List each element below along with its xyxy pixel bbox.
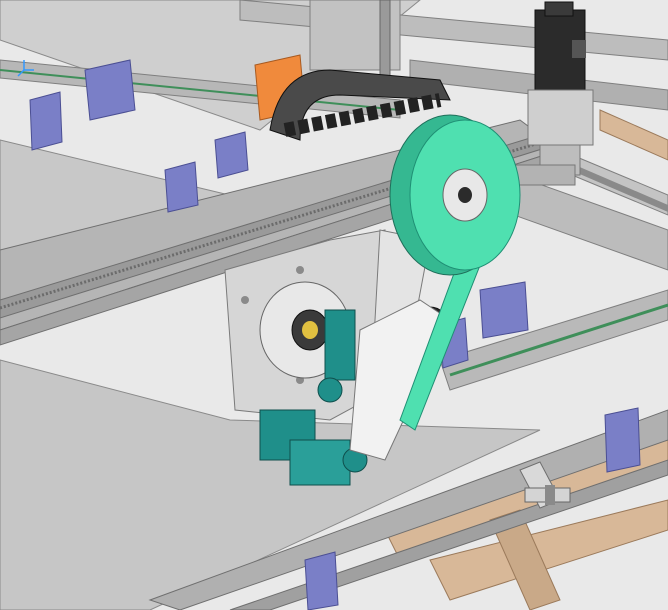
drive-pulley — [389, 114, 521, 276]
proximity-sensor — [524, 485, 571, 505]
cad-scene[interactable] — [0, 0, 668, 610]
cad-3d-viewport[interactable] — [0, 0, 668, 610]
